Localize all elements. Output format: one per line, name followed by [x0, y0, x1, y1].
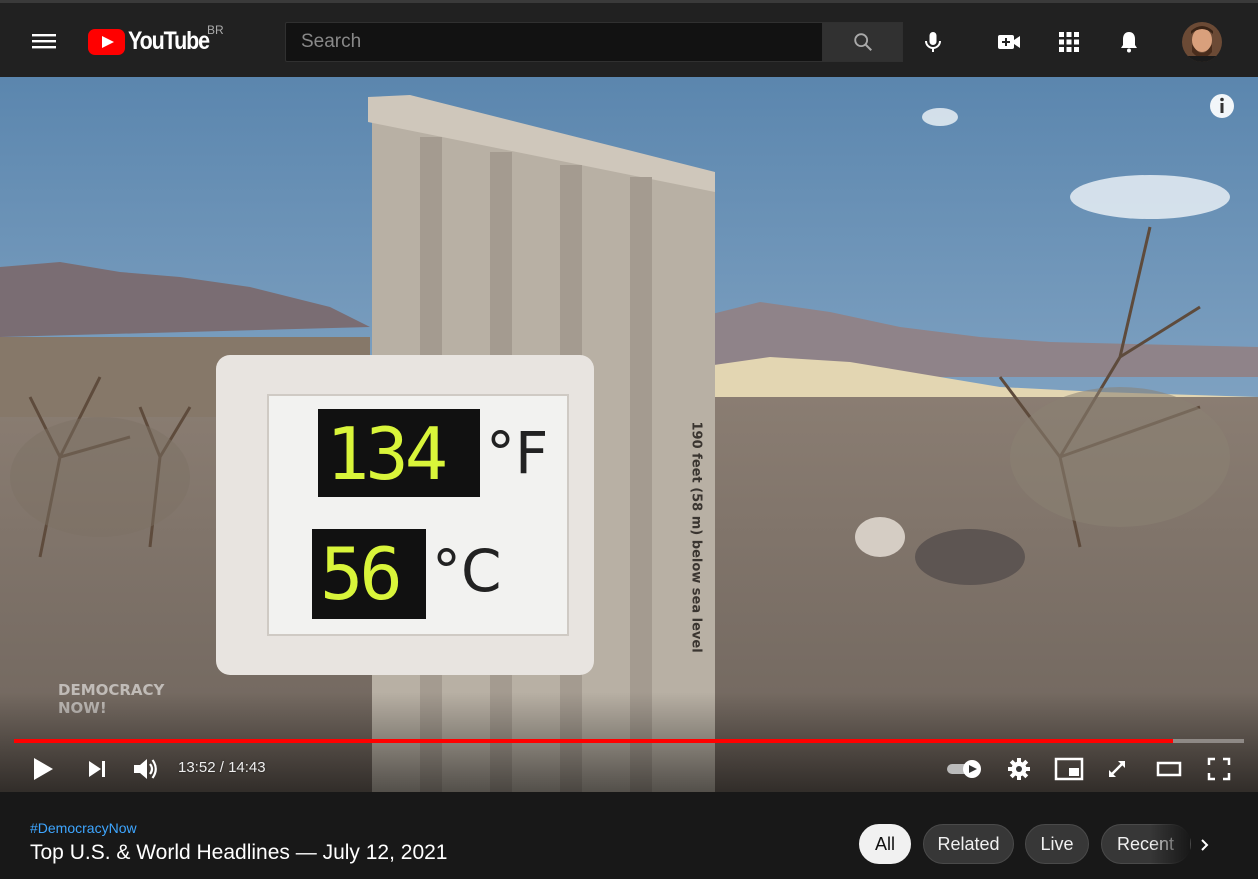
voice-search-button[interactable] — [913, 22, 953, 62]
create-button[interactable] — [989, 22, 1029, 62]
search-box — [285, 22, 823, 62]
notifications-button[interactable] — [1109, 22, 1149, 62]
next-icon — [89, 761, 105, 777]
pole-text: 190 feet (58 m) below sea level — [688, 421, 704, 653]
chip-all[interactable]: All — [859, 824, 911, 864]
sign-celsius-unit: °C — [432, 537, 502, 605]
apps-grid-icon — [1059, 32, 1079, 52]
search-input[interactable] — [286, 23, 822, 61]
video-title: Top U.S. & World Headlines — July 12, 20… — [30, 841, 448, 864]
search-button[interactable] — [822, 22, 903, 62]
country-code: BR — [207, 23, 224, 37]
microphone-icon — [925, 32, 941, 52]
chip-related[interactable]: Related — [923, 824, 1014, 864]
sign-celsius-value: 56 — [320, 532, 403, 616]
autoplay-toggle[interactable] — [944, 752, 986, 786]
sign-fahrenheit-value: 134 — [326, 412, 448, 496]
fullscreen-button[interactable] — [1204, 752, 1234, 786]
next-button[interactable] — [82, 752, 112, 786]
gear-icon — [1008, 758, 1030, 780]
autoplay-toggle-icon — [947, 760, 981, 778]
apps-button[interactable] — [1049, 22, 1089, 62]
chip-fade — [1150, 820, 1190, 868]
logo-text: YouTube — [128, 27, 210, 55]
youtube-logo[interactable]: YouTube — [88, 27, 222, 56]
chips-next-button[interactable] — [1190, 830, 1220, 860]
hashtag-link[interactable]: #DemocracyNow — [30, 820, 137, 836]
miniplayer-icon — [1054, 757, 1084, 781]
notifications-bell-icon — [1121, 32, 1137, 53]
theater-mode-icon — [1156, 761, 1182, 777]
play-button[interactable] — [26, 752, 60, 786]
time-display: 13:52 / 14:43 — [178, 759, 266, 776]
current-time: 13:52 — [178, 759, 216, 776]
time-separator: / — [215, 759, 229, 776]
search-icon — [853, 33, 872, 51]
avatar[interactable] — [1182, 22, 1222, 62]
info-icon[interactable] — [1208, 92, 1236, 120]
volume-icon — [134, 759, 157, 779]
expand-arrows-icon — [1109, 761, 1125, 777]
create-video-icon — [998, 35, 1020, 49]
progress-bar[interactable] — [14, 739, 1244, 743]
miniplayer-button[interactable] — [1052, 752, 1086, 786]
play-icon — [34, 758, 53, 780]
chip-live[interactable]: Live — [1025, 824, 1089, 864]
theater-mode-button[interactable] — [1154, 752, 1184, 786]
youtube-play-icon — [88, 28, 125, 55]
progress-played — [14, 739, 1174, 743]
chevron-right-icon — [1201, 839, 1209, 851]
masthead: YouTube BR — [0, 0, 1258, 77]
video-player[interactable]: 134 °F 56 °C 190 feet (58 m) below sea l… — [0, 77, 1258, 792]
settings-button[interactable] — [1004, 752, 1034, 786]
sign-fahrenheit-unit: °F — [486, 419, 549, 487]
fullscreen-icon — [1207, 757, 1231, 781]
volume-button[interactable] — [130, 752, 162, 786]
expand-button[interactable] — [1102, 752, 1132, 786]
menu-icon[interactable] — [20, 21, 68, 61]
duration: 14:43 — [228, 759, 266, 776]
